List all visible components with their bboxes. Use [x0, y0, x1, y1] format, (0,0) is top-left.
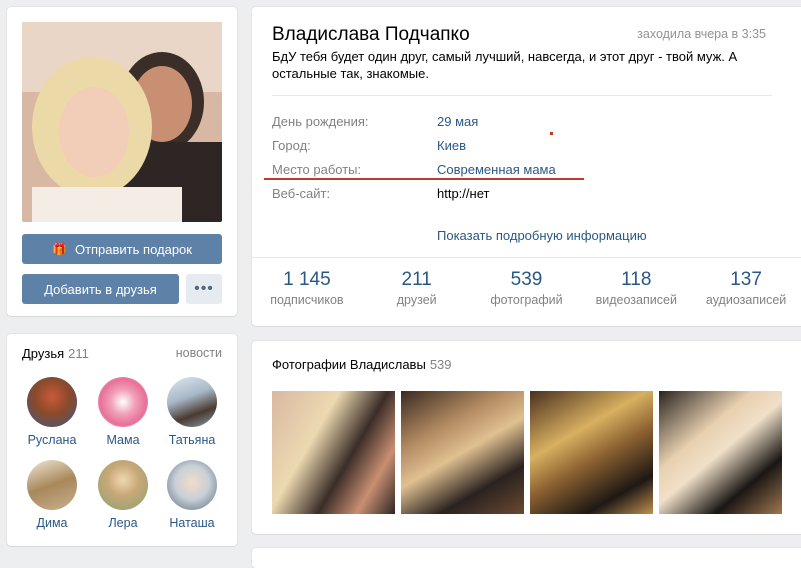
profile-info-card: Владислава Подчапко заходила вчера в 3:3…: [252, 7, 801, 326]
friend-avatar: [27, 377, 77, 427]
next-card: [252, 548, 801, 568]
friend-name: Наташа: [169, 516, 215, 530]
counter-friends[interactable]: 211 друзей: [362, 269, 472, 307]
friends-count: 211: [68, 346, 89, 361]
friend-name: Татьяна: [168, 433, 216, 447]
photos-title: Фотографии Владиславы: [272, 357, 426, 372]
friend-item[interactable]: Дима: [16, 460, 88, 530]
friend-avatar: [27, 460, 77, 510]
friend-item[interactable]: Руслана: [16, 377, 88, 447]
counter-number: 1 145: [283, 269, 331, 290]
add-friend-label: Добавить в друзья: [44, 281, 157, 297]
photo-thumbnail[interactable]: [530, 391, 653, 514]
profile-counters: 1 145 подписчиков 211 друзей 539 фотогра…: [252, 269, 801, 307]
profile-status-text[interactable]: БдУ тебя будет один друг, самый лучший, …: [272, 48, 772, 82]
counter-label: фотографий: [490, 293, 563, 307]
photo-thumbnail[interactable]: [401, 391, 524, 514]
friend-avatar: [98, 377, 148, 427]
more-dots-icon: •••: [194, 280, 214, 297]
photo-thumbnail[interactable]: [659, 391, 782, 514]
friend-name: Руслана: [27, 433, 77, 447]
info-value-link[interactable]: Современная мама: [437, 162, 556, 177]
friend-avatar: [167, 377, 217, 427]
more-actions-button[interactable]: •••: [186, 274, 222, 304]
friends-header[interactable]: Друзья 211: [22, 346, 89, 361]
info-label: Место работы:: [272, 162, 362, 177]
friend-name: Дима: [36, 516, 68, 530]
online-status: заходила вчера в 3:35: [637, 27, 766, 41]
info-label: Веб-сайт:: [272, 186, 331, 201]
gift-icon: 🎁: [52, 242, 67, 256]
friend-name: Лера: [108, 516, 138, 530]
counter-label: аудиозаписей: [705, 293, 787, 307]
profile-photo-image: [22, 22, 222, 222]
divider: [252, 257, 801, 258]
friend-item[interactable]: Наташа: [156, 460, 228, 530]
divider: [272, 95, 772, 96]
friends-title: Друзья: [22, 346, 65, 361]
counter-number: 539: [510, 269, 543, 290]
info-label: День рождения:: [272, 114, 369, 129]
counter-number: 137: [730, 269, 762, 290]
counter-photos[interactable]: 539 фотографий: [472, 269, 582, 307]
friends-card: Друзья 211 новости Руслана Мама Татьяна Д…: [7, 334, 237, 546]
friend-item[interactable]: Лера: [87, 460, 159, 530]
counter-audios[interactable]: 137 аудиозаписей: [691, 269, 801, 307]
counter-videos[interactable]: 118 видеозаписей: [581, 269, 691, 307]
profile-name: Владислава Подчапко: [272, 24, 470, 45]
friend-avatar: [98, 460, 148, 510]
add-friend-button[interactable]: Добавить в друзья: [22, 274, 179, 304]
photos-count: 539: [429, 357, 452, 372]
avatar-card: 🎁 Отправить подарок Добавить в друзья ••…: [7, 7, 237, 316]
friend-item[interactable]: Татьяна: [156, 377, 228, 447]
annotation-underline: [264, 178, 584, 180]
info-label: Город:: [272, 138, 311, 153]
info-value-link[interactable]: Киев: [437, 138, 466, 153]
counter-followers[interactable]: 1 145 подписчиков: [252, 269, 362, 307]
counter-number: 118: [621, 269, 652, 290]
counter-number: 211: [401, 269, 432, 290]
info-value-link[interactable]: http://нет: [437, 186, 489, 201]
counter-label: подписчиков: [270, 293, 344, 307]
friend-avatar: [167, 460, 217, 510]
friend-name: Мама: [106, 433, 140, 447]
photos-card: Фотографии Владиславы 539: [252, 341, 801, 534]
friend-item[interactable]: Мама: [87, 377, 159, 447]
info-value-link[interactable]: 29 мая: [437, 114, 478, 129]
counter-label: друзей: [396, 293, 437, 307]
send-gift-label: Отправить подарок: [74, 241, 192, 257]
send-gift-button[interactable]: 🎁 Отправить подарок: [22, 234, 222, 264]
annotation-mark: [550, 132, 553, 135]
photo-thumbnail[interactable]: [272, 391, 395, 514]
counter-label: видеозаписей: [595, 293, 677, 307]
friends-news-link[interactable]: новости: [176, 346, 222, 360]
profile-photo[interactable]: [22, 22, 222, 222]
photos-header[interactable]: Фотографии Владиславы 539: [272, 357, 452, 372]
show-more-info-link[interactable]: Показать подробную информацию: [437, 228, 647, 243]
